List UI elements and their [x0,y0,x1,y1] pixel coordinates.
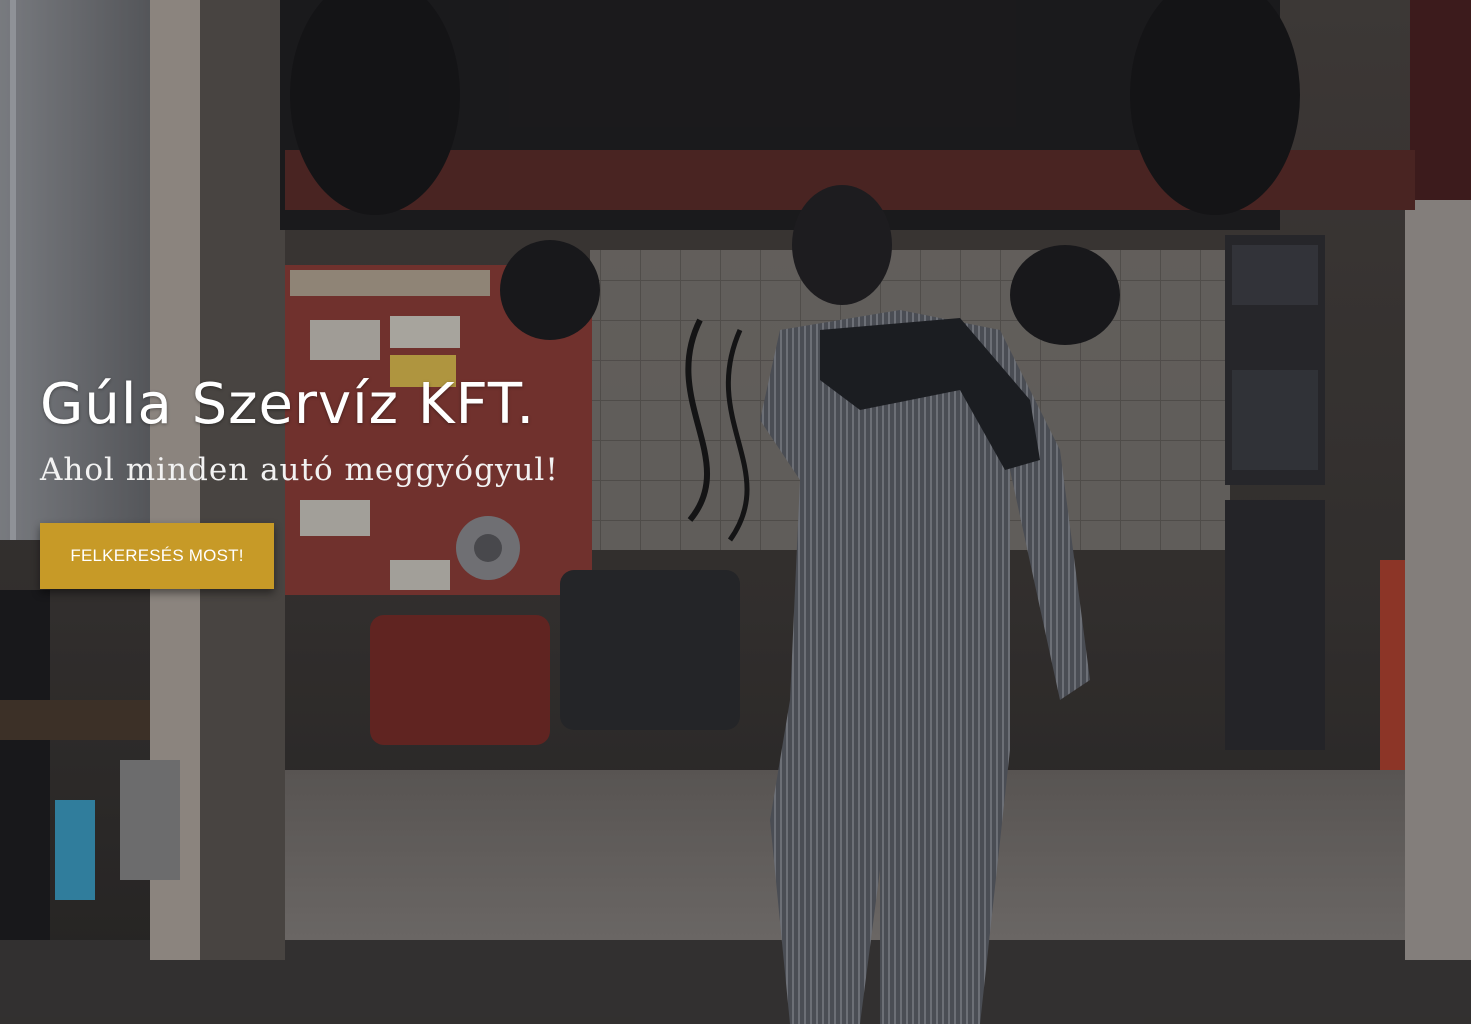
hero-section: Gúla Szervíz KFT. Ahol minden autó meggy… [0,0,1471,1024]
hero-dark-overlay [0,0,1471,1024]
hero-title: Gúla Szervíz KFT. [40,372,536,437]
cta-visit-now-button[interactable]: FELKERESÉS MOST! [40,523,274,589]
hero-subtitle: Ahol minden autó meggyógyul! [40,452,559,488]
